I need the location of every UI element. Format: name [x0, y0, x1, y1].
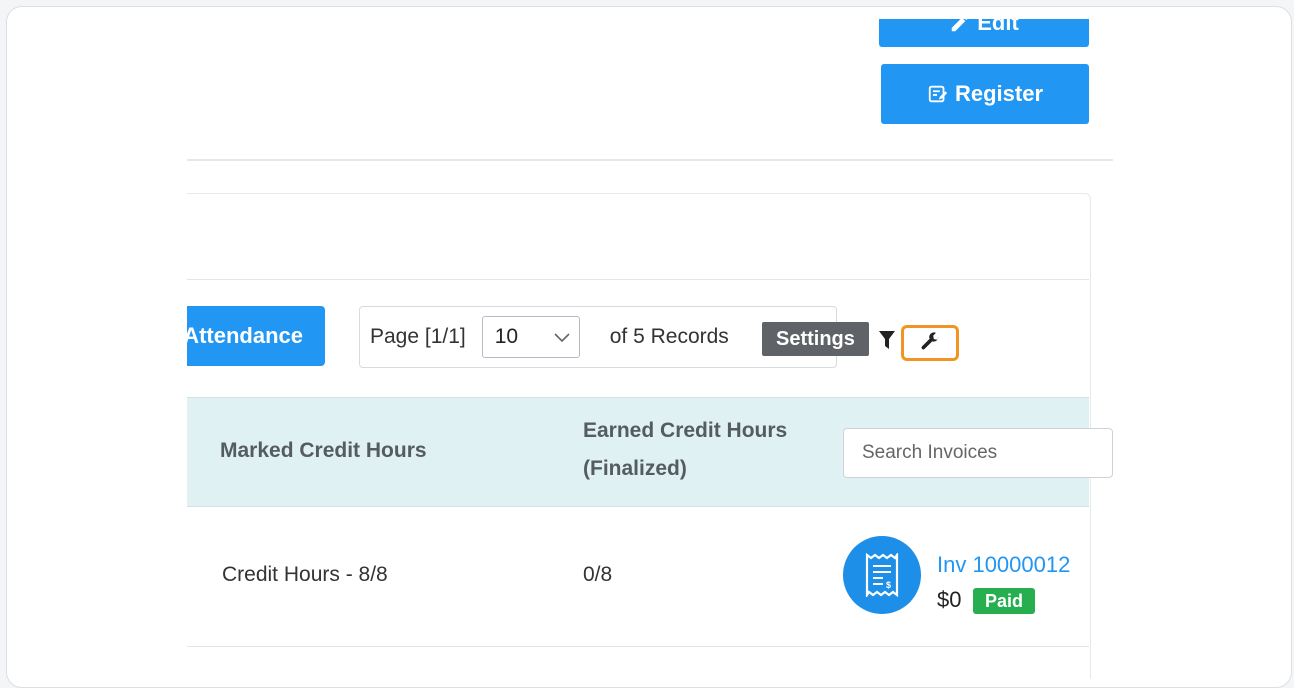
page-viewport: Edit Register Attendance Page [1/1] 10 o…: [187, 19, 1113, 679]
card-separator: [187, 279, 1089, 280]
search-invoices-input[interactable]: [843, 428, 1113, 478]
header-divider: [187, 159, 1113, 161]
svg-text:$: $: [886, 580, 891, 590]
settings-tooltip-text: Settings: [776, 327, 855, 350]
attendance-button[interactable]: Attendance: [187, 306, 325, 366]
edit-icon: [951, 19, 968, 32]
page-size-value: 10: [494, 325, 519, 348]
filter-icon[interactable]: [879, 331, 895, 349]
page-size-select[interactable]: 10: [481, 316, 580, 358]
attendance-button-label: Attendance: [187, 323, 303, 348]
column-header-marked-credit-hours[interactable]: Marked Credit Hours: [220, 432, 427, 470]
invoice-receipt-icon[interactable]: $: [843, 536, 921, 614]
page-indicator: Page [1/1]: [370, 325, 466, 348]
edit-button[interactable]: Edit: [879, 19, 1089, 47]
register-button-label: Register: [954, 81, 1044, 106]
table-row: Credit Hours - 8/8 0/8 $ Inv 10000012 $0…: [187, 506, 1089, 647]
edit-button-label: Edit: [977, 19, 1019, 35]
invoice-amount: $0: [937, 587, 962, 612]
records-count: of 5 Records: [609, 325, 729, 348]
status-badge: Paid: [973, 588, 1036, 614]
register-button[interactable]: Register: [881, 64, 1089, 124]
cell-marked-credit-hours: Credit Hours - 8/8: [222, 563, 388, 586]
invoice-link[interactable]: Inv 10000012: [937, 552, 1070, 578]
status-badge-text: Paid: [985, 590, 1024, 611]
table-header: Marked Credit Hours Earned Credit Hours …: [187, 397, 1113, 507]
settings-wrench-button[interactable]: [901, 325, 959, 361]
cell-earned-credit-hours: 0/8: [583, 563, 613, 586]
column-header-earned-credit-hours[interactable]: Earned Credit Hours (Finalized): [583, 412, 823, 488]
settings-tooltip: Settings: [762, 322, 869, 356]
wrench-icon: [921, 332, 939, 350]
screenshot-frame: Edit Register Attendance Page [1/1] 10 o…: [6, 6, 1292, 688]
chevron-down-icon: [554, 333, 570, 343]
register-icon: [928, 85, 948, 103]
